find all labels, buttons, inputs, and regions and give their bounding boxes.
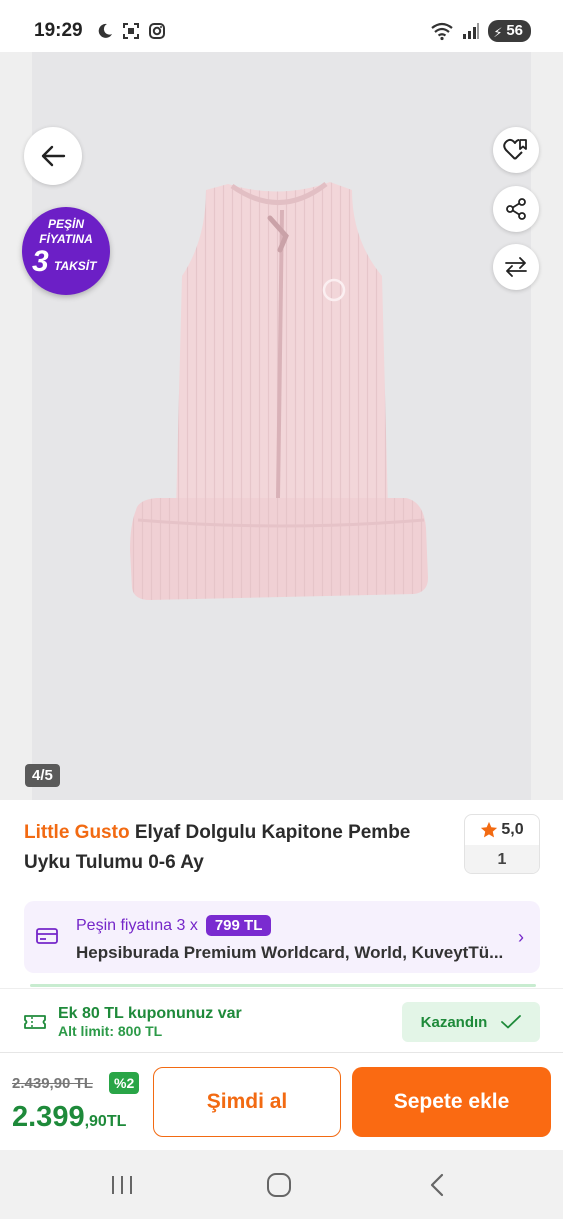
divider [30, 984, 536, 987]
system-back-button[interactable] [417, 1170, 457, 1200]
discount-badge: %2 [109, 1072, 140, 1094]
coupon-title: Ek 80 TL kuponunuz var [58, 1005, 242, 1022]
battery-icon: ⚡ 56 [488, 20, 531, 42]
share-icon [506, 198, 526, 220]
compare-button[interactable] [493, 244, 539, 290]
favorite-heart-icon [503, 138, 527, 160]
price-action-bar: 2.439,90 TL %2 2.399,90TL Şimdi al Sepet… [0, 1052, 563, 1150]
image-counter: 4/5 [25, 764, 60, 787]
installment-banks: Hepsiburada Premium Worldcard, World, Ku… [76, 943, 504, 962]
current-price-decimal: ,90TL [84, 1113, 127, 1130]
coupon-earned-button[interactable]: Kazandın [402, 1002, 540, 1042]
recents-button[interactable] [102, 1170, 142, 1200]
charging-bolt-icon: ⚡ [493, 25, 503, 40]
system-back-icon [430, 1173, 444, 1197]
product-gallery[interactable]: PEŞİN FİYATINA 3 TAKSİT 4/5 [0, 52, 563, 800]
old-price: 2.439,90 TL [12, 1075, 93, 1092]
home-button[interactable] [259, 1170, 299, 1200]
rating-box[interactable]: 5,0 1 [464, 814, 540, 874]
add-to-cart-button[interactable]: Sepete ekle [352, 1067, 551, 1137]
credit-card-icon [36, 928, 58, 944]
rating-score: 5,0 [465, 815, 539, 845]
status-bar: 19:29 ⚡ 56 [0, 0, 563, 56]
moon-icon [98, 23, 112, 38]
star-icon [481, 821, 498, 838]
wifi-icon [431, 22, 453, 41]
coupon-ticket-icon [24, 1015, 46, 1029]
battery-level: 56 [506, 22, 523, 39]
back-arrow-icon [41, 145, 66, 167]
promo-line2: FİYATINA [39, 232, 93, 246]
rating-value: 5,0 [501, 821, 524, 838]
installment-promo-badge: PEŞİN FİYATINA 3 TAKSİT [22, 207, 110, 295]
home-icon [267, 1173, 291, 1197]
back-button[interactable] [24, 127, 82, 185]
promo-line1: PEŞİN [47, 217, 84, 231]
recents-icon [112, 1176, 132, 1194]
screenshot-icon [123, 23, 139, 39]
current-price: 2.399,90TL [12, 1101, 126, 1134]
product-title: Little Gusto Elyaf Dolgulu Kapitone Pemb… [24, 818, 444, 878]
compare-icon [505, 257, 527, 277]
system-nav-bar [0, 1150, 563, 1219]
coupon-earned-label: Kazandın [420, 1013, 488, 1031]
brand-name[interactable]: Little Gusto [24, 822, 130, 843]
buy-now-button[interactable]: Şimdi al [153, 1067, 341, 1137]
installment-amount-badge: 799 TL [205, 915, 272, 936]
status-icons-right: ⚡ 56 [430, 20, 531, 42]
status-time: 19:29 [34, 20, 83, 41]
installment-prefix: Peşin fiyatına 3 x [76, 916, 198, 934]
promo-line4: TAKSİT [54, 259, 97, 273]
coupon-bar[interactable]: Ek 80 TL kuponunuz var Alt limit: 800 TL… [0, 988, 563, 1052]
coupon-subtitle: Alt limit: 800 TL [58, 1023, 163, 1039]
installment-card[interactable]: Peşin fiyatına 3 x 799 TL Hepsiburada Pr… [24, 901, 540, 973]
checkmark-icon [501, 1015, 522, 1029]
instagram-icon [149, 23, 165, 39]
share-button[interactable] [493, 186, 539, 232]
current-price-main: 2.399 [12, 1101, 85, 1133]
favorite-button[interactable] [493, 127, 539, 173]
status-icons-left [96, 22, 166, 40]
signal-icon [463, 23, 480, 39]
review-count: 1 [465, 845, 539, 873]
product-image [130, 182, 428, 600]
gallery-right-edge [531, 52, 563, 800]
chevron-right-icon: › [518, 927, 524, 947]
installment-line1: Peşin fiyatına 3 x 799 TL [76, 915, 272, 936]
promo-line3: 3 [32, 245, 49, 278]
